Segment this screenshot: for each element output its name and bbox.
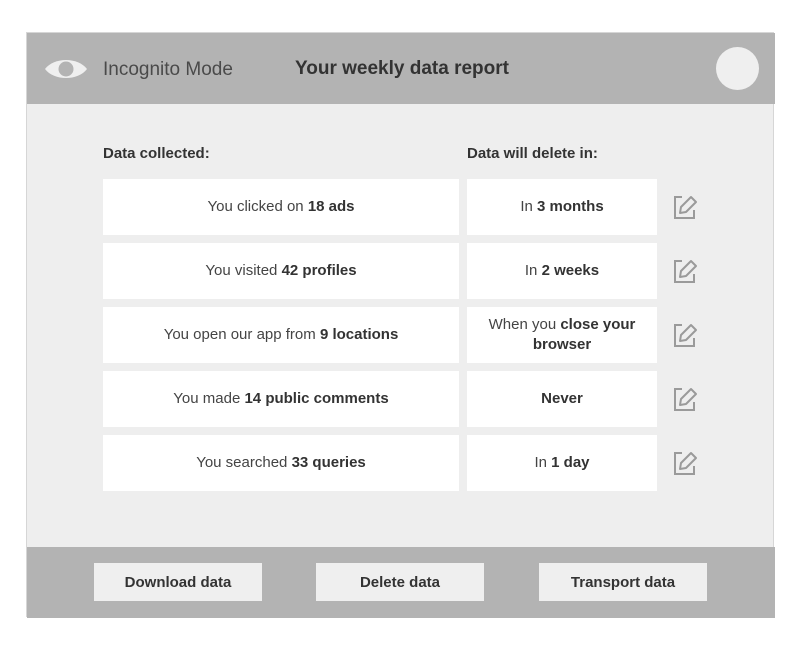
collected-cell: You made 14 public comments	[103, 371, 459, 427]
data-delete-heading: Data will delete in:	[467, 145, 598, 162]
report-window: Incognito Mode Your weekly data report D…	[26, 32, 775, 618]
delete-timing-cell: In 1 day	[467, 435, 657, 491]
header-bar: Incognito Mode Your weekly data report	[27, 33, 775, 104]
list-item: You searched 33 queries In 1 day	[103, 435, 659, 491]
edit-icon[interactable]	[671, 257, 699, 285]
delete-timing-cell: Never	[467, 371, 657, 427]
list-item: You clicked on 18 ads In 3 months	[103, 179, 659, 235]
delete-timing-cell: When you close your browser	[467, 307, 657, 363]
list-item: You visited 42 profiles In 2 weeks	[103, 243, 659, 299]
download-data-button[interactable]: Download data	[94, 563, 262, 601]
avatar[interactable]	[716, 47, 759, 90]
incognito-mode-label: Incognito Mode	[103, 59, 233, 80]
list-item: You made 14 public comments Never	[103, 371, 659, 427]
collected-cell: You open our app from 9 locations	[103, 307, 459, 363]
footer-bar: Download data Delete data Transport data	[27, 547, 775, 618]
eye-icon	[45, 60, 87, 78]
edit-icon[interactable]	[671, 385, 699, 413]
edit-icon[interactable]	[671, 193, 699, 221]
list-item: You open our app from 9 locations When y…	[103, 307, 659, 363]
delete-data-button[interactable]: Delete data	[316, 563, 484, 601]
data-collected-heading: Data collected:	[103, 145, 210, 162]
edit-icon[interactable]	[671, 449, 699, 477]
collected-cell: You visited 42 profiles	[103, 243, 459, 299]
page-title: Your weekly data report	[295, 58, 509, 79]
collected-cell: You searched 33 queries	[103, 435, 459, 491]
edit-icon[interactable]	[671, 321, 699, 349]
transport-data-button[interactable]: Transport data	[539, 563, 707, 601]
delete-timing-cell: In 2 weeks	[467, 243, 657, 299]
delete-timing-cell: In 3 months	[467, 179, 657, 235]
collected-cell: You clicked on 18 ads	[103, 179, 459, 235]
